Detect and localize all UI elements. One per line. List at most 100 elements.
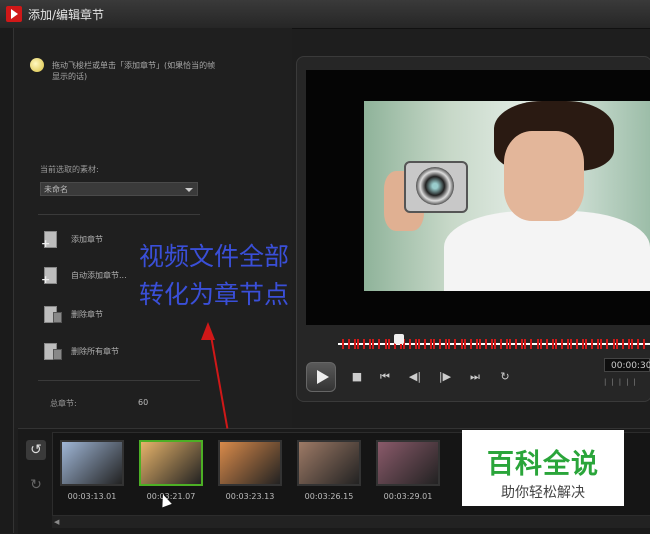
chapter-mark[interactable] xyxy=(490,339,493,349)
chapter-mark[interactable] xyxy=(424,339,427,349)
chapter-mark[interactable] xyxy=(630,339,633,349)
chapter-mark[interactable] xyxy=(600,339,603,349)
jog-slider-handle[interactable] xyxy=(394,334,405,344)
chapter-mark[interactable] xyxy=(539,339,542,349)
app-icon xyxy=(6,6,22,22)
delete-chapter-label: 删除章节 xyxy=(71,310,103,319)
divider xyxy=(38,380,200,381)
chapter-mark[interactable] xyxy=(627,339,630,349)
chapter-mark[interactable] xyxy=(515,339,518,349)
time-ticks: ||||| xyxy=(604,378,641,386)
chapter-mark[interactable] xyxy=(494,339,496,349)
play-button[interactable] xyxy=(306,362,336,392)
chapter-mark[interactable] xyxy=(369,339,372,349)
chapter-mark[interactable] xyxy=(576,339,579,349)
chapter-mark[interactable] xyxy=(636,339,639,349)
chapter-mark[interactable] xyxy=(445,339,448,349)
source-label: 当前选取的素材: xyxy=(40,165,99,174)
delete-all-chapters-label: 删除所有章节 xyxy=(71,347,119,356)
chapter-mark[interactable] xyxy=(430,339,433,349)
watermark-logo: 百科全说 助你轻松解决 xyxy=(462,430,624,506)
delete-all-chapters-button[interactable]: 删除所有章节 xyxy=(40,340,200,362)
chapter-mark[interactable] xyxy=(433,339,436,349)
chapter-mark[interactable] xyxy=(354,339,357,349)
chapter-mark[interactable] xyxy=(566,339,569,349)
chapter-mark[interactable] xyxy=(536,339,539,349)
scroll-left-icon[interactable]: ◀ xyxy=(54,518,59,526)
loop-icon[interactable]: ↻ xyxy=(498,370,512,384)
chapter-mark[interactable] xyxy=(585,339,588,349)
chapter-mark[interactable] xyxy=(530,339,533,349)
watermark-title: 百科全说 xyxy=(487,449,599,480)
step-back-icon[interactable]: ◀| xyxy=(408,370,422,384)
chapter-mark[interactable] xyxy=(521,339,524,349)
chapter-mark[interactable] xyxy=(363,339,366,349)
chapter-mark[interactable] xyxy=(357,339,360,349)
chapter-mark[interactable] xyxy=(448,339,451,349)
thumbnail-timecode: 00:03:23.13 xyxy=(225,492,275,501)
chapter-mark[interactable] xyxy=(621,339,624,349)
chapter-mark[interactable] xyxy=(414,339,417,349)
horizontal-scrollbar[interactable]: ◀ xyxy=(52,516,650,528)
chapter-thumbnail[interactable] xyxy=(376,440,440,486)
chapter-mark[interactable] xyxy=(545,339,548,349)
window-title: 添加/编辑章节 xyxy=(28,8,105,22)
chapter-timeline[interactable] xyxy=(338,334,650,350)
chapter-mark[interactable] xyxy=(554,339,557,349)
chapter-mark[interactable] xyxy=(454,339,457,349)
chapter-mark[interactable] xyxy=(560,339,563,349)
chapter-mark[interactable] xyxy=(463,339,466,349)
redo-icon[interactable]: ↻ xyxy=(26,475,46,495)
chapter-thumbnail[interactable] xyxy=(218,440,282,486)
chapter-mark[interactable] xyxy=(348,339,351,349)
skip-start-icon[interactable]: ⏮ xyxy=(378,370,392,384)
chapter-mark[interactable] xyxy=(591,339,594,349)
chapter-mark[interactable] xyxy=(500,339,503,349)
chapter-mark[interactable] xyxy=(408,339,411,349)
chapter-mark[interactable] xyxy=(478,339,481,349)
source-select[interactable]: 未命名 xyxy=(40,182,198,196)
chapter-mark[interactable] xyxy=(612,339,615,349)
chapter-mark[interactable] xyxy=(387,339,390,349)
source-select-value: 未命名 xyxy=(44,185,68,194)
chapter-mark[interactable] xyxy=(484,339,487,349)
stop-icon[interactable]: ■ xyxy=(350,370,364,384)
chapter-mark[interactable] xyxy=(439,339,442,349)
timecode-display[interactable]: 00:00:30 xyxy=(604,358,650,372)
add-chapter-icon: + xyxy=(40,228,62,250)
chapter-mark[interactable] xyxy=(506,339,509,349)
chapter-thumbnail[interactable] xyxy=(139,440,203,486)
chapter-mark[interactable] xyxy=(342,339,344,349)
divider xyxy=(38,214,200,215)
chevron-down-icon xyxy=(185,188,193,192)
video-frame-image xyxy=(364,101,650,291)
auto-add-chapter-label: 自动添加章节... xyxy=(71,271,127,280)
chapter-mark[interactable] xyxy=(475,339,478,349)
chapter-mark[interactable] xyxy=(469,339,472,349)
chapter-mark[interactable] xyxy=(606,339,609,349)
chapter-mark[interactable] xyxy=(418,339,420,349)
chapter-mark[interactable] xyxy=(551,339,554,349)
chapter-mark[interactable] xyxy=(524,339,527,349)
chapter-mark[interactable] xyxy=(372,339,375,349)
chapter-thumbnail[interactable] xyxy=(60,440,124,486)
thumbnail-timecode: 00:03:26.15 xyxy=(304,492,354,501)
skip-end-icon[interactable]: ⏭ xyxy=(468,370,482,384)
chapter-mark[interactable] xyxy=(615,339,618,349)
chapter-mark[interactable] xyxy=(378,339,381,349)
undo-icon[interactable]: ↺ xyxy=(26,440,46,460)
chapter-mark[interactable] xyxy=(509,339,512,349)
player-controls: ■ ⏮ ◀| |▶ ⏭ ↻ xyxy=(306,360,650,394)
chapter-mark[interactable] xyxy=(642,339,645,349)
annotation-line: 视频文件全部 xyxy=(139,242,290,271)
chapter-mark[interactable] xyxy=(597,339,600,349)
chapter-mark[interactable] xyxy=(384,339,387,349)
chapter-mark[interactable] xyxy=(460,339,463,349)
chapter-thumbnail[interactable] xyxy=(297,440,361,486)
thumbnail-timecode: 00:03:29.01 xyxy=(383,492,433,501)
auto-add-chapter-icon: + xyxy=(40,264,62,286)
step-forward-icon[interactable]: |▶ xyxy=(438,370,452,384)
chapter-mark[interactable] xyxy=(582,339,585,349)
chapter-mark[interactable] xyxy=(570,339,572,349)
left-edge xyxy=(0,28,14,533)
